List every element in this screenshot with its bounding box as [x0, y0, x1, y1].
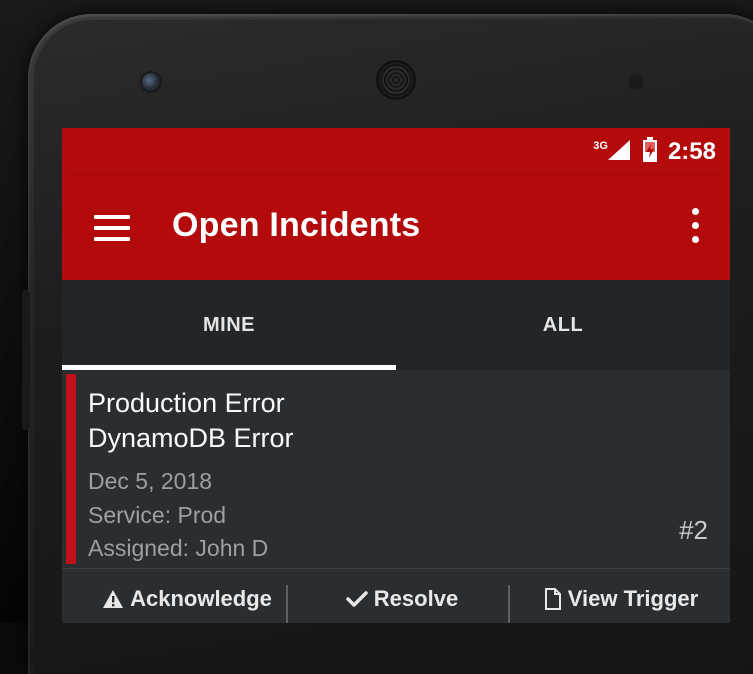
- view-trigger-button[interactable]: View Trigger: [512, 569, 730, 623]
- incident-actions: Acknowledge Resolve View Trigger: [62, 569, 730, 623]
- view-trigger-label: View Trigger: [567, 586, 699, 611]
- more-vert-icon[interactable]: [686, 206, 704, 246]
- app-bar: Open Incidents: [62, 176, 730, 280]
- incident-assignee: Assigned: John D: [88, 535, 269, 561]
- document-icon: [544, 588, 562, 610]
- warning-icon: [102, 589, 124, 609]
- tab-mine[interactable]: MINE: [62, 280, 396, 370]
- incident-subtitle: DynamoDB Error: [88, 423, 294, 453]
- tab-all[interactable]: ALL: [396, 280, 730, 370]
- resolve-label: Resolve: [373, 586, 459, 611]
- action-divider: [286, 585, 288, 623]
- acknowledge-button[interactable]: Acknowledge: [82, 569, 292, 623]
- action-divider: [508, 585, 510, 623]
- signal-icon: [606, 138, 632, 167]
- front-camera-icon: [142, 73, 160, 91]
- battery-charging-icon: [642, 136, 658, 168]
- acknowledge-label: Acknowledge: [130, 586, 272, 611]
- earpiece-speaker-icon: [378, 62, 414, 98]
- proximity-sensor-icon: [628, 74, 644, 90]
- incident-card[interactable]: Production Error DynamoDB Error Dec 5, 2…: [62, 370, 730, 623]
- hamburger-menu-icon[interactable]: [92, 211, 134, 245]
- phone-screen: 3G 2:58 Open Incidents MINE ALL Producti…: [62, 128, 730, 623]
- phone-side-button: [22, 290, 30, 430]
- clock: 2:58: [667, 138, 716, 165]
- incident-title: Production Error: [88, 388, 285, 418]
- incident-status-accent: [66, 374, 76, 564]
- status-indicators: 3G 2:58: [593, 136, 716, 168]
- status-bar: 3G 2:58: [62, 128, 730, 176]
- incident-number: #2: [679, 515, 708, 545]
- resolve-button[interactable]: Resolve: [292, 569, 512, 623]
- incident-date: Dec 5, 2018: [88, 468, 213, 494]
- page-title: Open Incidents: [172, 206, 421, 244]
- incident-service: Service: Prod: [88, 502, 227, 528]
- check-icon: [346, 590, 368, 608]
- tab-bar: MINE ALL: [62, 280, 730, 370]
- network-type-label: 3G: [593, 140, 608, 152]
